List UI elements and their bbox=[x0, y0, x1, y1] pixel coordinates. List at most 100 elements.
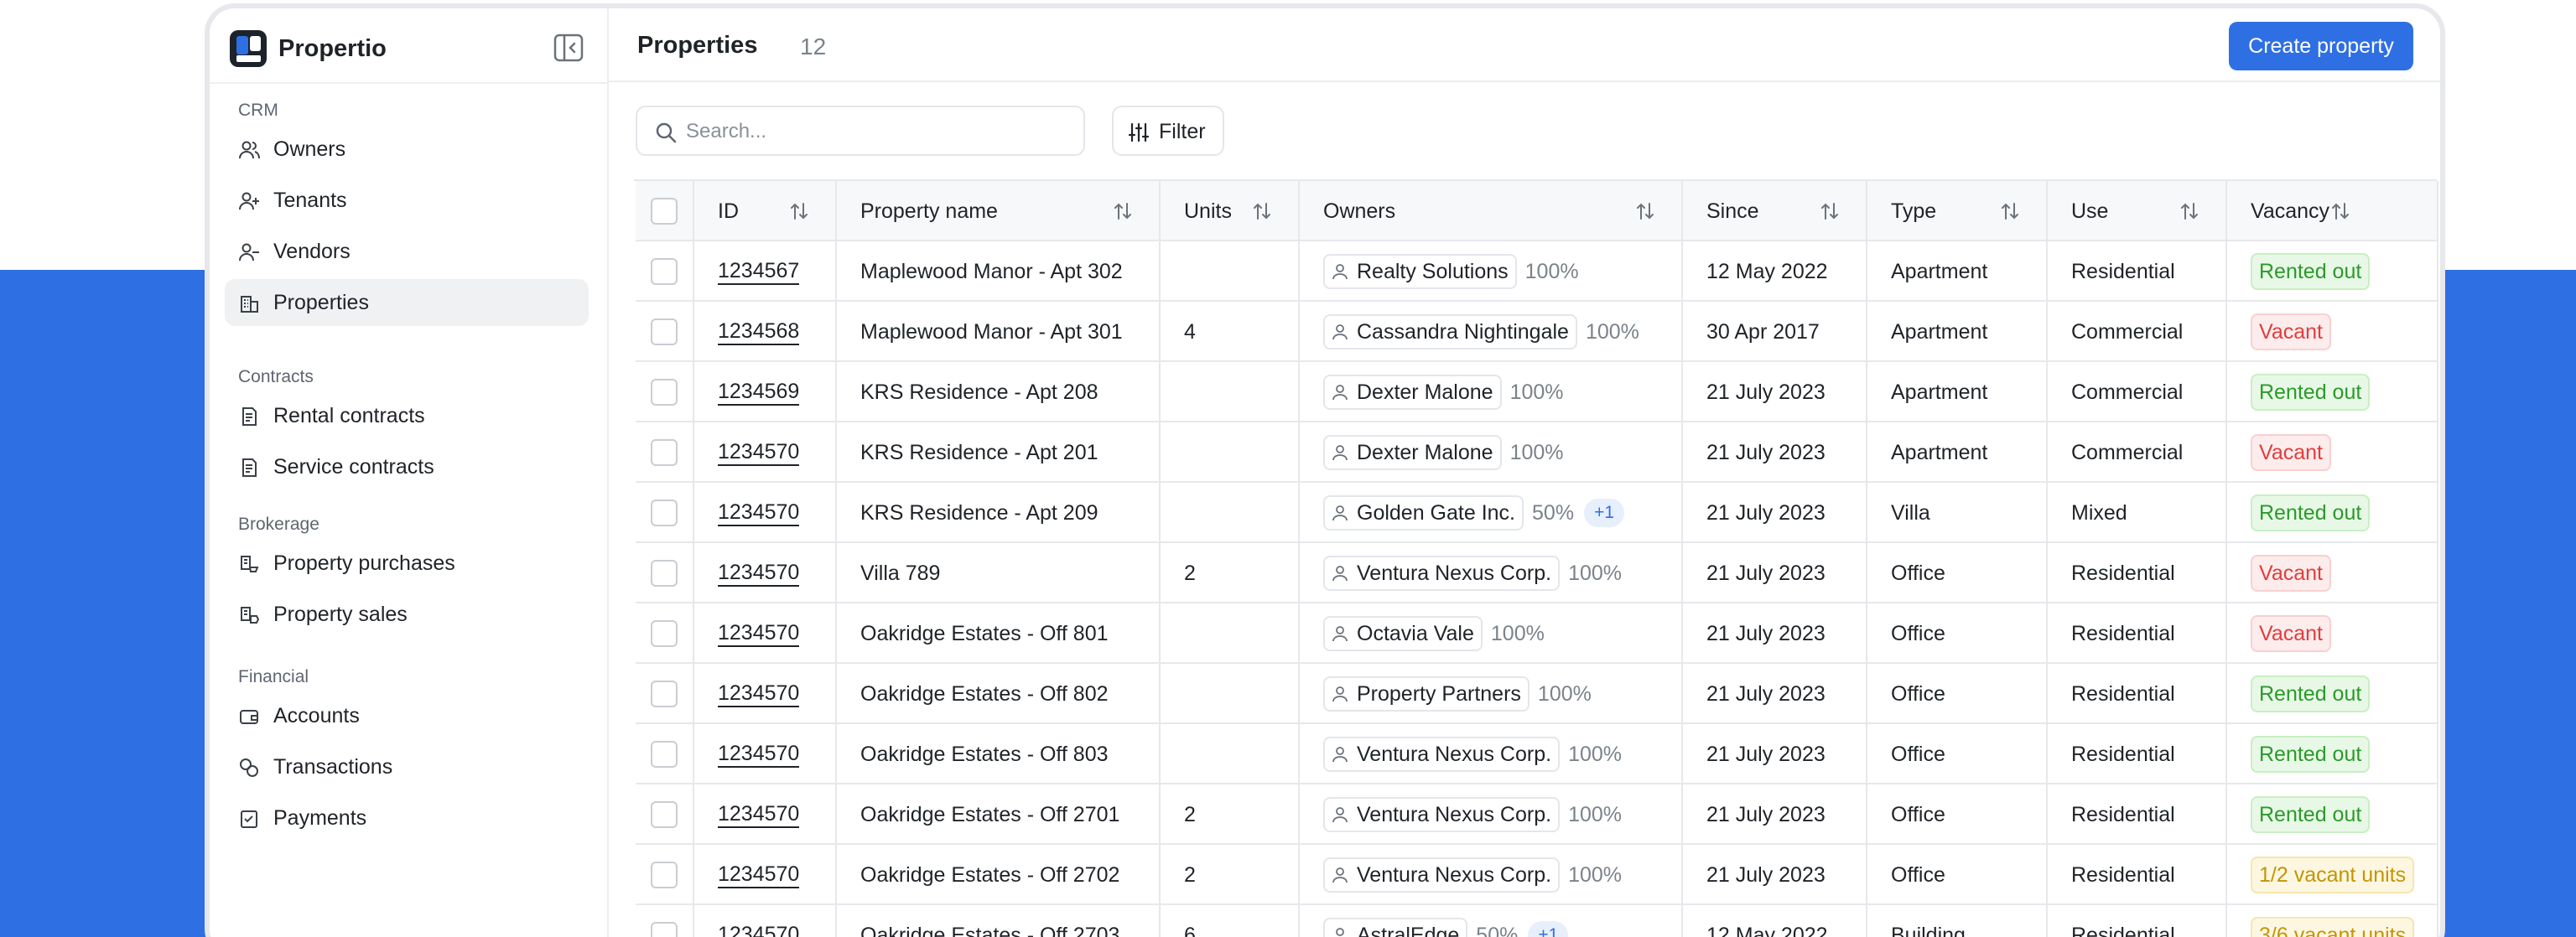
owner-chip[interactable]: Cassandra Nightingale bbox=[1323, 314, 1577, 349]
column-header-since[interactable]: Since bbox=[1683, 181, 1867, 241]
select-all-checkbox[interactable] bbox=[651, 198, 678, 225]
sidebar-item-label: Payments bbox=[273, 805, 367, 830]
owner-chip[interactable]: Ventura Nexus Corp. bbox=[1323, 556, 1561, 591]
owner-chip[interactable]: Ventura Nexus Corp. bbox=[1323, 857, 1561, 893]
wallet-icon bbox=[238, 706, 260, 727]
property-name-cell: Oakridge Estates - Off 2703 bbox=[837, 905, 1161, 937]
sort-icon[interactable] bbox=[2329, 200, 2351, 222]
table-row[interactable]: 1234570 Villa 789 2 Ventura Nexus Corp. 100%… bbox=[636, 543, 2438, 603]
sort-icon[interactable] bbox=[1112, 200, 1134, 222]
property-id-link[interactable]: 1234570 bbox=[718, 862, 800, 888]
sidebar-item-tenants[interactable]: Tenants bbox=[225, 177, 589, 224]
sidebar-item-owners[interactable]: Owners bbox=[225, 126, 589, 173]
column-header-use[interactable]: Use bbox=[2048, 181, 2227, 241]
table-row[interactable]: 1234570 Oakridge Estates - Off 803 Ventura… bbox=[636, 724, 2438, 784]
table-row[interactable]: 1234569 KRS Residence - Apt 208 Dexter Mal… bbox=[636, 362, 2438, 422]
sidebar-item-rental-contracts[interactable]: Rental contracts bbox=[225, 392, 589, 439]
sort-icon[interactable] bbox=[2179, 200, 2200, 222]
row-checkbox[interactable] bbox=[651, 922, 678, 937]
create-property-button[interactable]: Create property bbox=[2229, 22, 2413, 70]
sidebar-item-payments[interactable]: Payments bbox=[225, 795, 589, 841]
property-id-link[interactable]: 1234567 bbox=[718, 258, 800, 285]
table-row[interactable]: 1234570 Oakridge Estates - Off 2703 6 Astra… bbox=[636, 905, 2438, 937]
table-row[interactable]: 1234570 KRS Residence - Apt 209 Golden Gat… bbox=[636, 483, 2438, 543]
collapse-sidebar-icon[interactable] bbox=[553, 34, 584, 62]
property-id-link[interactable]: 1234570 bbox=[718, 801, 800, 828]
since-date: 12 May 2022 bbox=[1706, 923, 1828, 937]
owner-chip[interactable]: Golden Gate Inc. bbox=[1323, 495, 1524, 531]
owner-chip[interactable]: Dexter Malone bbox=[1323, 435, 1502, 470]
property-id-link[interactable]: 1234570 bbox=[718, 439, 800, 466]
filter-button[interactable]: Filter bbox=[1112, 106, 1224, 156]
table-row[interactable]: 1234570 Oakridge Estates - Off 2702 2 Ventu… bbox=[636, 845, 2438, 905]
column-header-units[interactable]: Units bbox=[1161, 181, 1300, 241]
sidebar-item-property-sales[interactable]: Property sales bbox=[225, 591, 589, 638]
brand[interactable]: Propertio bbox=[230, 25, 387, 72]
column-header-id[interactable]: ID bbox=[694, 181, 837, 241]
type-cell: Building bbox=[1867, 905, 2048, 937]
owner-chip[interactable]: Dexter Malone bbox=[1323, 375, 1502, 410]
owner-chip[interactable]: Property Partners bbox=[1323, 676, 1530, 712]
property-id-link[interactable]: 1234570 bbox=[718, 500, 800, 526]
sort-icon[interactable] bbox=[1819, 200, 1841, 222]
property-use: Residential bbox=[2071, 802, 2175, 826]
table-row[interactable]: 1234568 Maplewood Manor - Apt 301 4 Cassand… bbox=[636, 302, 2438, 362]
building-tag-icon bbox=[238, 604, 260, 626]
ownership-percent: 100% bbox=[1509, 380, 1564, 404]
use-cell: Residential bbox=[2048, 784, 2227, 845]
property-id-link[interactable]: 1234570 bbox=[718, 741, 800, 768]
row-checkbox[interactable] bbox=[651, 620, 678, 647]
row-checkbox[interactable] bbox=[651, 681, 678, 707]
search-input[interactable] bbox=[686, 117, 1063, 146]
property-id-link[interactable]: 1234570 bbox=[718, 620, 800, 647]
sidebar-item-transactions[interactable]: Transactions bbox=[225, 743, 589, 790]
row-checkbox[interactable] bbox=[651, 439, 678, 466]
more-owners-badge[interactable]: +1 bbox=[1528, 921, 1569, 937]
table-row[interactable]: 1234570 KRS Residence - Apt 201 Dexter Mal… bbox=[636, 422, 2438, 483]
user-minus-icon bbox=[238, 241, 260, 263]
units-cell: 4 bbox=[1161, 302, 1300, 362]
sort-icon[interactable] bbox=[788, 200, 810, 222]
units-cell: 2 bbox=[1161, 784, 1300, 845]
row-checkbox[interactable] bbox=[651, 500, 678, 526]
column-header-label: Units bbox=[1184, 199, 1232, 223]
sidebar-item-vendors[interactable]: Vendors bbox=[225, 228, 589, 275]
vacancy-cell: Vacant bbox=[2227, 603, 2438, 664]
table-row[interactable]: 1234570 Oakridge Estates - Off 802 Propert… bbox=[636, 664, 2438, 724]
table-row[interactable]: 1234570 Oakridge Estates - Off 801 Octavia… bbox=[636, 603, 2438, 664]
row-checkbox[interactable] bbox=[651, 258, 678, 285]
sort-icon[interactable] bbox=[1999, 200, 2021, 222]
table-row[interactable]: 1234570 Oakridge Estates - Off 2701 2 Ventu… bbox=[636, 784, 2438, 845]
owner-chip[interactable]: AstralEdge bbox=[1323, 918, 1468, 937]
row-checkbox[interactable] bbox=[651, 801, 678, 828]
owner-chip[interactable]: Realty Solutions bbox=[1323, 254, 1517, 289]
row-checkbox[interactable] bbox=[651, 318, 678, 345]
sidebar-item-accounts[interactable]: Accounts bbox=[225, 692, 589, 739]
more-owners-badge[interactable]: +1 bbox=[1584, 499, 1625, 527]
owner-chip[interactable]: Ventura Nexus Corp. bbox=[1323, 737, 1561, 772]
property-id-link[interactable]: 1234568 bbox=[718, 318, 800, 345]
column-header-owners[interactable]: Owners bbox=[1300, 181, 1683, 241]
sort-icon[interactable] bbox=[1251, 200, 1273, 222]
row-checkbox[interactable] bbox=[651, 560, 678, 587]
property-id-link[interactable]: 1234570 bbox=[718, 681, 800, 707]
owner-chip[interactable]: Octavia Vale bbox=[1323, 616, 1483, 651]
sidebar-item-service-contracts[interactable]: Service contracts bbox=[225, 443, 589, 490]
property-id-link[interactable]: 1234570 bbox=[718, 922, 799, 937]
row-checkbox[interactable] bbox=[651, 379, 678, 406]
property-id-link[interactable]: 1234570 bbox=[718, 560, 800, 587]
property-id-link[interactable]: 1234569 bbox=[718, 379, 800, 406]
row-checkbox[interactable] bbox=[651, 862, 678, 888]
sort-icon[interactable] bbox=[1634, 200, 1656, 222]
use-cell: Residential bbox=[2048, 664, 2227, 724]
column-header-property-name[interactable]: Property name bbox=[837, 181, 1161, 241]
sidebar-item-properties[interactable]: Properties bbox=[225, 279, 589, 326]
column-header-type[interactable]: Type bbox=[1867, 181, 2048, 241]
row-checkbox[interactable] bbox=[651, 741, 678, 768]
owner-name: AstralEdge bbox=[1357, 923, 1460, 937]
table-row[interactable]: 1234567 Maplewood Manor - Apt 302 Realty S… bbox=[636, 241, 2438, 302]
sidebar-item-property-purchases[interactable]: Property purchases bbox=[225, 540, 589, 587]
ownership-percent: 100% bbox=[1490, 621, 1545, 645]
owner-chip[interactable]: Ventura Nexus Corp. bbox=[1323, 797, 1561, 832]
column-header-vacancy[interactable]: Vacancy bbox=[2227, 181, 2438, 241]
